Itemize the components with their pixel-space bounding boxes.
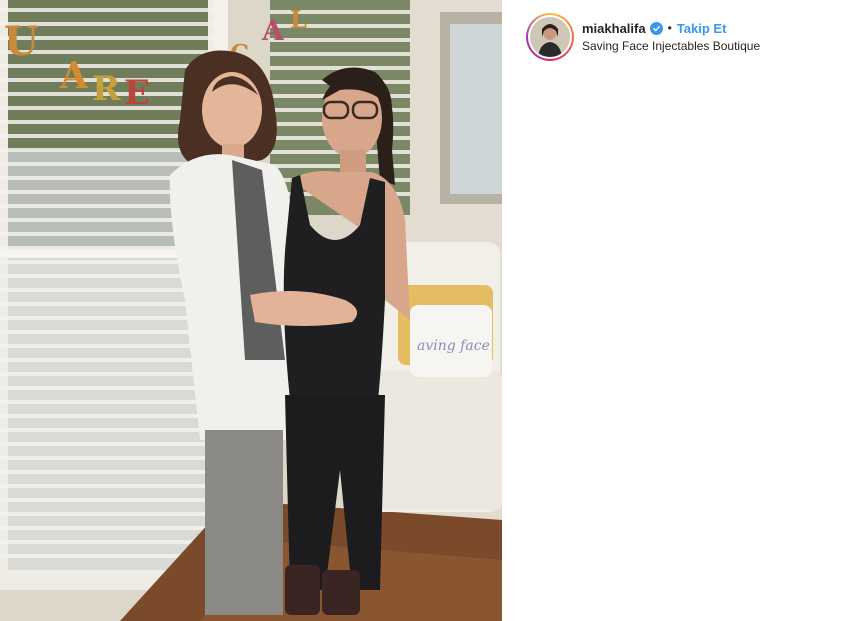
post-header: miakhalifa • Takip Et Saving Face Inject… (502, 0, 850, 621)
verified-badge-icon (649, 21, 663, 35)
avatar-image (530, 17, 570, 57)
svg-text:E: E (124, 73, 150, 113)
svg-text:L: L (290, 5, 307, 34)
username-link[interactable]: miakhalifa (582, 21, 646, 36)
post-view: U A R E C A L aving face (0, 0, 850, 621)
svg-text:A: A (261, 14, 285, 47)
pillow-text: aving face (417, 338, 490, 354)
svg-text:R: R (92, 69, 121, 109)
location-link[interactable]: Saving Face Injectables Boutique (582, 39, 760, 53)
post-photo[interactable]: U A R E C A L aving face (0, 0, 502, 621)
svg-text:U: U (4, 18, 39, 65)
username-row: miakhalifa • Takip Et (582, 19, 726, 37)
avatar-story-ring[interactable] (526, 13, 574, 61)
follow-button[interactable]: Takip Et (677, 21, 727, 36)
avatar[interactable] (530, 17, 570, 57)
svg-text:A: A (59, 55, 89, 97)
avatar-frame (528, 15, 572, 59)
separator-dot: • (667, 21, 672, 35)
photo-illustration: U A R E C A L aving face (0, 0, 502, 621)
